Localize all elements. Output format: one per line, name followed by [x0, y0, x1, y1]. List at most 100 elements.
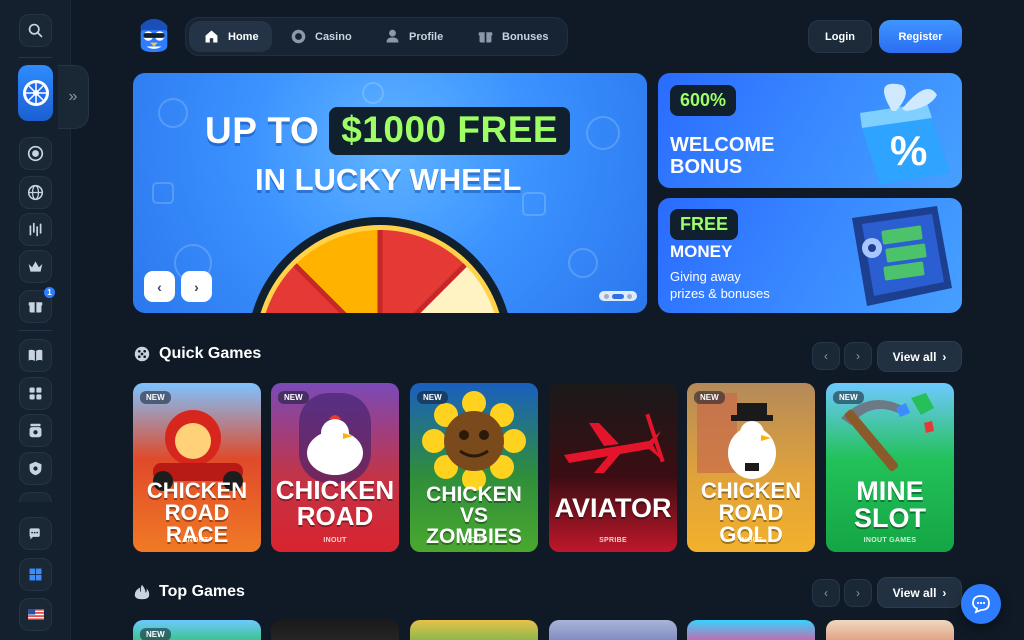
chevron-right-icon: ›: [942, 585, 947, 600]
money-safe-icon: [852, 206, 952, 306]
promo-welcome-title-line2: BONUS: [670, 156, 743, 178]
nav-profile[interactable]: Profile: [370, 21, 456, 52]
carousel-dot[interactable]: [604, 293, 609, 299]
sidebar-lucky-wheel-promo[interactable]: [18, 65, 53, 121]
us-flag-icon: [27, 609, 44, 620]
game-card[interactable]: NEW CHICKEN ROAD GOLD INOUT: [687, 383, 815, 552]
sidebar-item-language[interactable]: [19, 176, 52, 209]
puzzle-icon: [29, 387, 42, 400]
crown-icon: [28, 261, 43, 272]
chevron-right-icon: ›: [942, 349, 947, 364]
gift-box-percent-icon: %: [860, 83, 950, 185]
promo-free-tag: FREE: [670, 209, 739, 240]
nav-bonuses-label: Bonuses: [502, 30, 549, 43]
promo-welcome-title-line1: WELCOME: [670, 134, 775, 156]
top-game-card[interactable]: [549, 620, 677, 640]
game-provider: INOUT GAMES: [863, 537, 917, 544]
site-logo[interactable]: [135, 17, 173, 55]
nav-bonuses[interactable]: Bonuses: [463, 21, 561, 52]
quick-games-view-all[interactable]: View all ›: [877, 341, 962, 372]
gift-count-badge: 1: [44, 287, 55, 298]
home-icon: [205, 30, 218, 43]
sidebar-item-security[interactable]: [19, 452, 52, 485]
chart-bars-icon: [29, 222, 42, 237]
sidebar-item-more[interactable]: [19, 492, 52, 502]
new-badge: NEW: [417, 391, 448, 404]
game-card[interactable]: NEW CHICKEN VS ZOMBIES INOUT: [410, 383, 538, 552]
game-card[interactable]: NEW CHICKEN ROAD RACE INOUT: [133, 383, 261, 552]
game-card[interactable]: NEW MINE SLOT INOUT GAMES: [826, 383, 954, 552]
game-title: MINE SLOT: [854, 476, 926, 533]
promo-welcome-tag: 600%: [670, 85, 737, 116]
quick-games-title: Quick Games: [159, 345, 262, 362]
live-chat-button[interactable]: [961, 584, 1001, 624]
chat-bubbles-icon: [29, 528, 40, 540]
register-button[interactable]: Register: [879, 20, 962, 53]
jar-icon: [29, 423, 42, 438]
game-title: AVIATOR: [554, 493, 672, 523]
chevron-left-icon: ‹: [824, 586, 828, 600]
sidebar-expand-button[interactable]: »: [58, 65, 89, 129]
sidebar-item-games[interactable]: [19, 377, 52, 410]
top-game-card[interactable]: [410, 620, 538, 640]
nav-home-label: Home: [228, 30, 259, 43]
sidebar-item-casino[interactable]: [19, 137, 52, 170]
sidebar-item-rules[interactable]: [19, 339, 52, 372]
top-game-card[interactable]: NEW: [133, 620, 261, 640]
promo-free-money[interactable]: FREE MONEY Giving away prizes & bonuses: [658, 198, 962, 313]
hero-headline: UP TO $1000 FREE: [205, 107, 571, 155]
new-badge: NEW: [694, 391, 725, 404]
hero-prev-button[interactable]: ‹: [144, 271, 175, 302]
top-games-header: Top Games: [133, 583, 245, 601]
gift-icon: [478, 32, 493, 43]
quick-games-next-button[interactable]: ›: [844, 342, 872, 370]
hero-carousel-dots[interactable]: [599, 291, 637, 301]
promo-free-subtitle-line1: Giving away: [670, 269, 741, 284]
promo-welcome-bonus[interactable]: 600% WELCOME BONUS %: [658, 73, 962, 188]
nav-home[interactable]: Home: [189, 21, 272, 52]
game-provider: INOUT: [739, 537, 763, 544]
gift-icon: [28, 302, 43, 313]
hero-banner[interactable]: UP TO $1000 FREE IN LUCKY WHEEL ‹ ›: [133, 73, 647, 313]
game-card[interactable]: AVIATOR SPRIBE: [549, 383, 677, 552]
game-card[interactable]: NEW CHICKEN ROAD INOUT: [271, 383, 399, 552]
top-game-card[interactable]: [271, 620, 399, 640]
promo-free-subtitle-line2: prizes & bonuses: [670, 286, 770, 301]
penguin-logo-icon: [140, 18, 168, 53]
game-provider: SPRIBE: [599, 537, 627, 544]
carousel-dot[interactable]: [627, 293, 632, 299]
top-game-card[interactable]: [687, 620, 815, 640]
sidebar: » 1: [0, 0, 89, 640]
svg-text:%: %: [890, 127, 927, 174]
sidebar-item-windows-app[interactable]: [19, 558, 52, 591]
sidebar-item-language-select[interactable]: [19, 598, 52, 631]
dice-icon: [134, 346, 150, 362]
top-games-view-all[interactable]: View all ›: [877, 577, 962, 608]
hero-next-button[interactable]: ›: [181, 271, 212, 302]
new-badge: NEW: [140, 628, 171, 640]
sidebar-divider: [19, 330, 52, 331]
nav-casino[interactable]: Casino: [276, 21, 365, 52]
game-provider: INOUT: [462, 537, 486, 544]
top-games-next-button[interactable]: ›: [844, 579, 872, 607]
new-badge: NEW: [140, 391, 171, 404]
login-button[interactable]: Login: [808, 20, 872, 53]
sidebar-item-sports[interactable]: [19, 213, 52, 246]
game-provider: INOUT: [323, 537, 347, 544]
top-game-card[interactable]: [826, 620, 954, 640]
game-title: CHICKEN ROAD: [275, 475, 395, 531]
sidebar-item-support[interactable]: [19, 517, 52, 550]
lucky-wheel-icon: [252, 217, 508, 313]
top-games-prev-button[interactable]: ‹: [812, 579, 840, 607]
flame-icon: [134, 584, 150, 600]
quick-games-prev-button[interactable]: ‹: [812, 342, 840, 370]
sidebar-item-wallet[interactable]: [19, 414, 52, 447]
sidebar-item-gifts[interactable]: 1: [19, 287, 55, 323]
book-icon: [28, 349, 43, 362]
sidebar-divider: [19, 57, 52, 58]
sidebar-item-vip[interactable]: [19, 250, 52, 283]
search-button[interactable]: [19, 14, 52, 47]
search-icon: [28, 23, 43, 38]
carousel-dot-active[interactable]: [612, 293, 624, 299]
main-nav: Home Casino Profile Bonuses: [185, 17, 568, 56]
